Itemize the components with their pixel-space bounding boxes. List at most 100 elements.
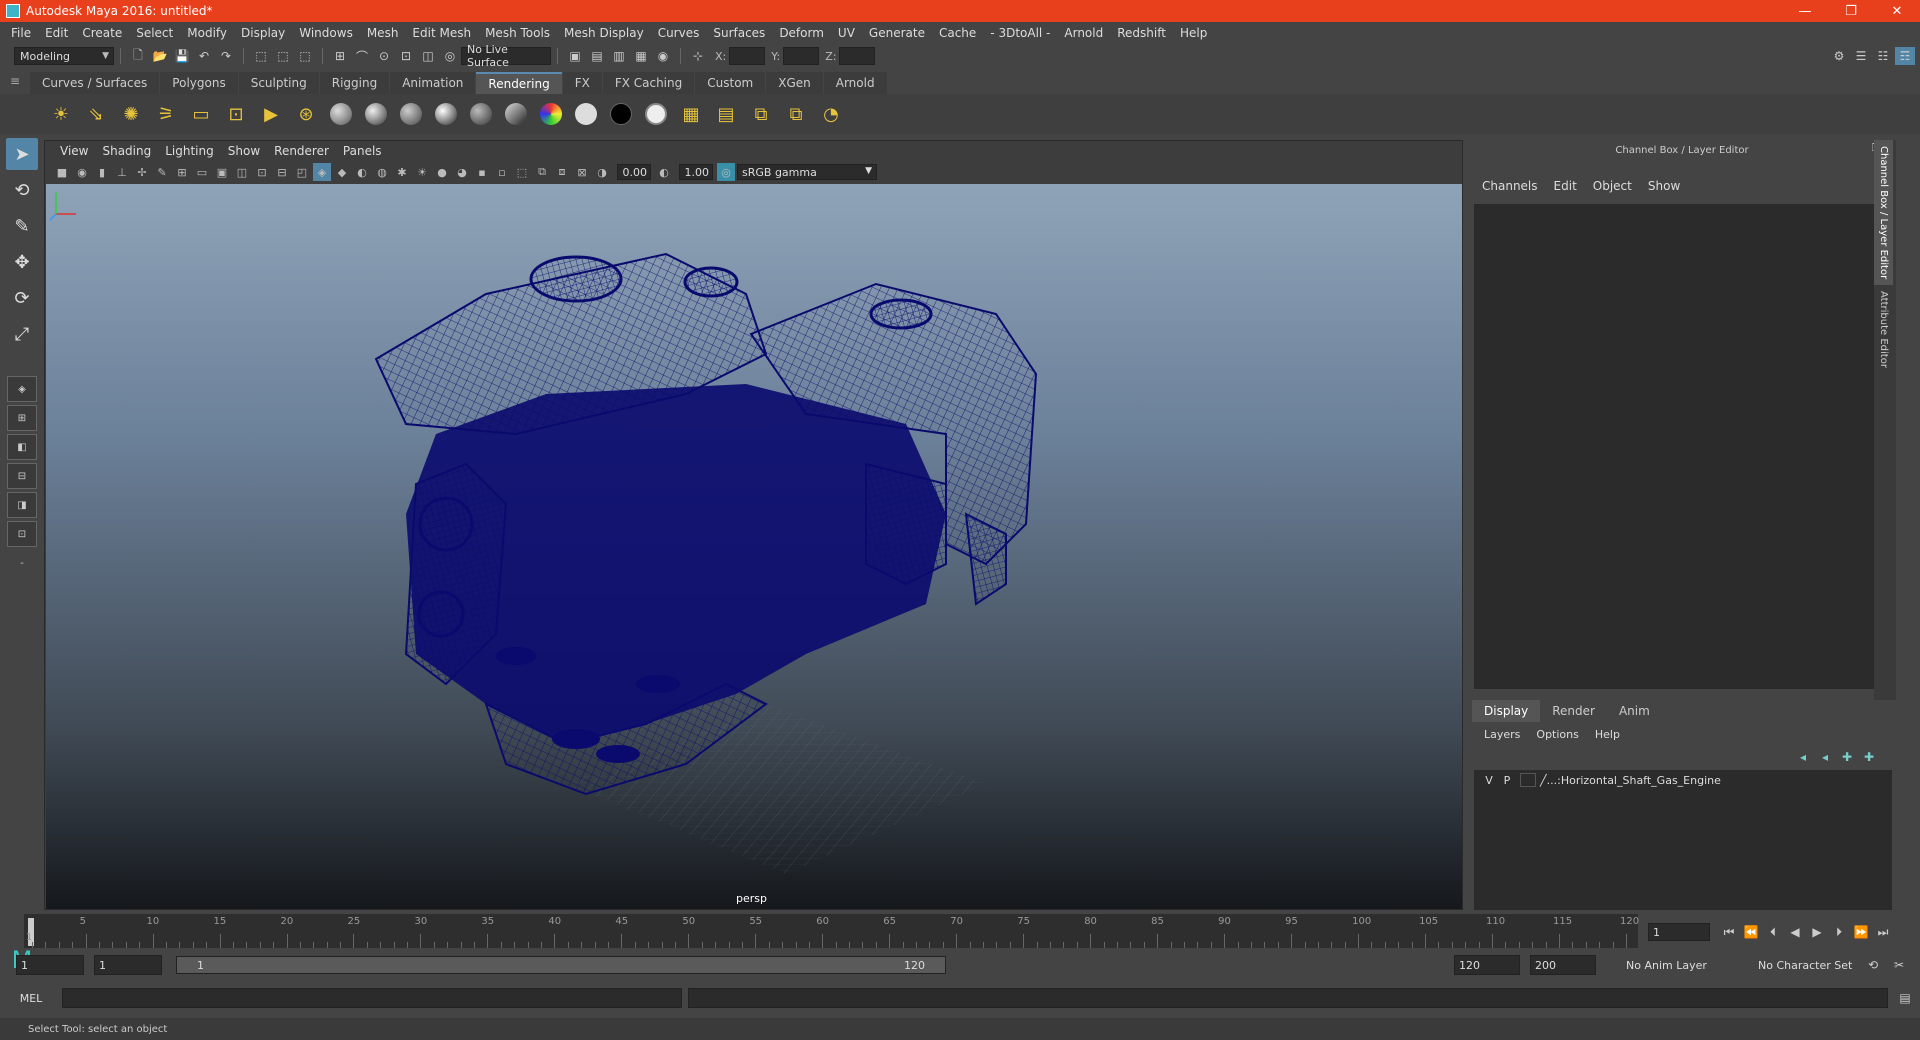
single-perspective-layout-icon[interactable]: ◈ bbox=[7, 376, 37, 402]
resolution-gate-icon[interactable]: ▣ bbox=[213, 163, 231, 181]
snap-pivot-icon[interactable]: ◎ bbox=[440, 47, 460, 65]
select-camera-icon[interactable]: ■ bbox=[53, 163, 71, 181]
menu-generate[interactable]: Generate bbox=[862, 26, 932, 40]
menu-cache[interactable]: Cache bbox=[932, 26, 983, 40]
outliner-layout-icon[interactable]: ⊡ bbox=[7, 521, 37, 547]
volume-light-icon[interactable]: ⊡ bbox=[221, 99, 251, 129]
menu-mesh[interactable]: Mesh bbox=[360, 26, 406, 40]
panel-menu-view[interactable]: View bbox=[53, 144, 95, 158]
view-transform-select[interactable]: sRGB gamma ▼ bbox=[737, 164, 877, 180]
point-light-icon[interactable]: ✺ bbox=[116, 99, 146, 129]
persp-hypershade-layout-icon[interactable]: ◨ bbox=[7, 492, 37, 518]
new-layer-selected-icon[interactable]: ✚ bbox=[1858, 750, 1880, 764]
persp-outliner-layout-icon[interactable]: ◧ bbox=[7, 434, 37, 460]
playback-toggle[interactable]: P bbox=[1498, 774, 1516, 787]
modeling-toolkit-icon[interactable]: ⚙ bbox=[1829, 47, 1849, 65]
new-layer-icon[interactable]: ✚ bbox=[1836, 750, 1858, 764]
menu-mesh-display[interactable]: Mesh Display bbox=[557, 26, 651, 40]
restore-button[interactable]: ❐ bbox=[1828, 0, 1874, 22]
rotate-tool-icon[interactable]: ⟳ bbox=[6, 282, 38, 314]
menu-deform[interactable]: Deform bbox=[772, 26, 831, 40]
snap-surface-icon[interactable]: ◫ bbox=[418, 47, 438, 65]
select-hierarchy-icon[interactable]: ⬚ bbox=[251, 47, 271, 65]
menu-set-selector[interactable]: Modeling ▼ bbox=[14, 47, 114, 65]
xray-icon[interactable]: ⧉ bbox=[533, 163, 551, 181]
minimize-button[interactable]: — bbox=[1782, 0, 1828, 22]
ambient-light-icon[interactable]: ☀ bbox=[46, 99, 76, 129]
use-background-icon[interactable] bbox=[606, 99, 636, 129]
menu-arnold[interactable]: Arnold bbox=[1057, 26, 1110, 40]
render-diagnostics-icon[interactable]: ◔ bbox=[816, 99, 846, 129]
blinn-material-icon[interactable] bbox=[361, 99, 391, 129]
cb-show-menu[interactable]: Show bbox=[1640, 179, 1688, 193]
y-field[interactable] bbox=[783, 47, 820, 65]
camera-aim-icon[interactable]: ⊛ bbox=[291, 99, 321, 129]
snap-grid-icon[interactable]: ⊞ bbox=[330, 47, 350, 65]
tab-animation[interactable]: Animation bbox=[390, 72, 476, 94]
side-tab-attribute-editor[interactable]: Attribute Editor bbox=[1874, 285, 1893, 374]
redo-icon[interactable]: ↷ bbox=[216, 47, 236, 65]
depth-of-field-icon[interactable]: ▫ bbox=[493, 163, 511, 181]
channel-list-area[interactable] bbox=[1474, 204, 1894, 689]
command-input[interactable] bbox=[62, 988, 682, 1008]
select-tool-icon[interactable]: ➤ bbox=[6, 138, 38, 170]
persp-graph-layout-icon[interactable]: ⊟ bbox=[7, 463, 37, 489]
phong-material-icon[interactable] bbox=[396, 99, 426, 129]
attribute-editor-icon[interactable]: ☰ bbox=[1851, 47, 1871, 65]
channels-menu[interactable]: Channels bbox=[1474, 179, 1546, 193]
textured-icon[interactable]: ◍ bbox=[373, 163, 391, 181]
step-back-frame-icon[interactable]: ⏴ bbox=[1762, 925, 1784, 940]
menu-3dtoall[interactable]: - 3DtoAll - bbox=[983, 26, 1057, 40]
current-frame-field[interactable]: 1 bbox=[1648, 923, 1710, 941]
menu-file[interactable]: File bbox=[4, 26, 38, 40]
menu-surfaces[interactable]: Surfaces bbox=[706, 26, 772, 40]
tab-rendering[interactable]: Rendering bbox=[476, 72, 562, 94]
menu-edit-mesh[interactable]: Edit Mesh bbox=[405, 26, 478, 40]
camera-attributes-icon[interactable]: ◉ bbox=[73, 163, 91, 181]
image-plane-icon[interactable]: ⊥ bbox=[113, 163, 131, 181]
safe-action-icon[interactable]: ⊟ bbox=[273, 163, 291, 181]
panel-menu-shading[interactable]: Shading bbox=[95, 144, 158, 158]
shading-map-icon[interactable] bbox=[641, 99, 671, 129]
menu-windows[interactable]: Windows bbox=[292, 26, 360, 40]
tab-custom[interactable]: Custom bbox=[695, 72, 766, 94]
tab-sculpting[interactable]: Sculpting bbox=[238, 72, 319, 94]
menu-help[interactable]: Help bbox=[1173, 26, 1214, 40]
panel-menu-show[interactable]: Show bbox=[221, 144, 267, 158]
layers-menu[interactable]: Layers bbox=[1476, 728, 1528, 741]
live-surface-field[interactable]: No Live Surface bbox=[461, 43, 551, 69]
playback-end-field[interactable]: 120 bbox=[1454, 955, 1520, 975]
tool-settings-icon[interactable]: ☷ bbox=[1873, 47, 1893, 65]
ramp-shader-icon[interactable] bbox=[501, 99, 531, 129]
go-to-start-icon[interactable]: ⏮ bbox=[1718, 925, 1740, 940]
spot-light-icon[interactable]: ⚞ bbox=[151, 99, 181, 129]
layer-help-menu[interactable]: Help bbox=[1587, 728, 1628, 741]
exposure-icon[interactable]: ◑ bbox=[593, 163, 611, 181]
range-slider[interactable]: 1 120 bbox=[176, 956, 946, 974]
select-component-icon[interactable]: ⬚ bbox=[295, 47, 315, 65]
step-back-key-icon[interactable]: ⏪ bbox=[1740, 925, 1762, 939]
move-tool-icon[interactable]: ✥ bbox=[6, 246, 38, 278]
ipr-render-icon[interactable]: ▥ bbox=[609, 47, 629, 65]
character-set-select[interactable]: No Character Set bbox=[1752, 955, 1852, 975]
menu-select[interactable]: Select bbox=[129, 26, 180, 40]
playback-start-field[interactable]: 1 bbox=[94, 955, 162, 975]
multisample-aa-icon[interactable]: ▪ bbox=[473, 163, 491, 181]
z-field[interactable] bbox=[839, 47, 876, 65]
script-editor-icon[interactable]: ▤ bbox=[1894, 991, 1916, 1005]
motion-blur-icon[interactable]: ◕ bbox=[453, 163, 471, 181]
options-menu[interactable]: Options bbox=[1528, 728, 1586, 741]
directional-light-icon[interactable]: ⇘ bbox=[81, 99, 111, 129]
new-scene-icon[interactable]: 🗋 bbox=[128, 47, 148, 65]
select-object-icon[interactable]: ⬚ bbox=[273, 47, 293, 65]
close-button[interactable]: ✕ bbox=[1874, 0, 1920, 22]
tab-render-layers[interactable]: Render bbox=[1540, 700, 1607, 722]
screen-space-ao-icon[interactable]: ● bbox=[433, 163, 451, 181]
preferences-icon[interactable]: ✂ bbox=[1888, 958, 1910, 972]
lasso-tool-icon[interactable]: ⟲ bbox=[6, 174, 38, 206]
xray-joints-icon[interactable]: ⧈ bbox=[553, 163, 571, 181]
tab-rigging[interactable]: Rigging bbox=[319, 72, 390, 94]
tab-display-layers[interactable]: Display bbox=[1472, 700, 1541, 722]
menu-mesh-tools[interactable]: Mesh Tools bbox=[478, 26, 557, 40]
tab-arnold[interactable]: Arnold bbox=[823, 72, 887, 94]
